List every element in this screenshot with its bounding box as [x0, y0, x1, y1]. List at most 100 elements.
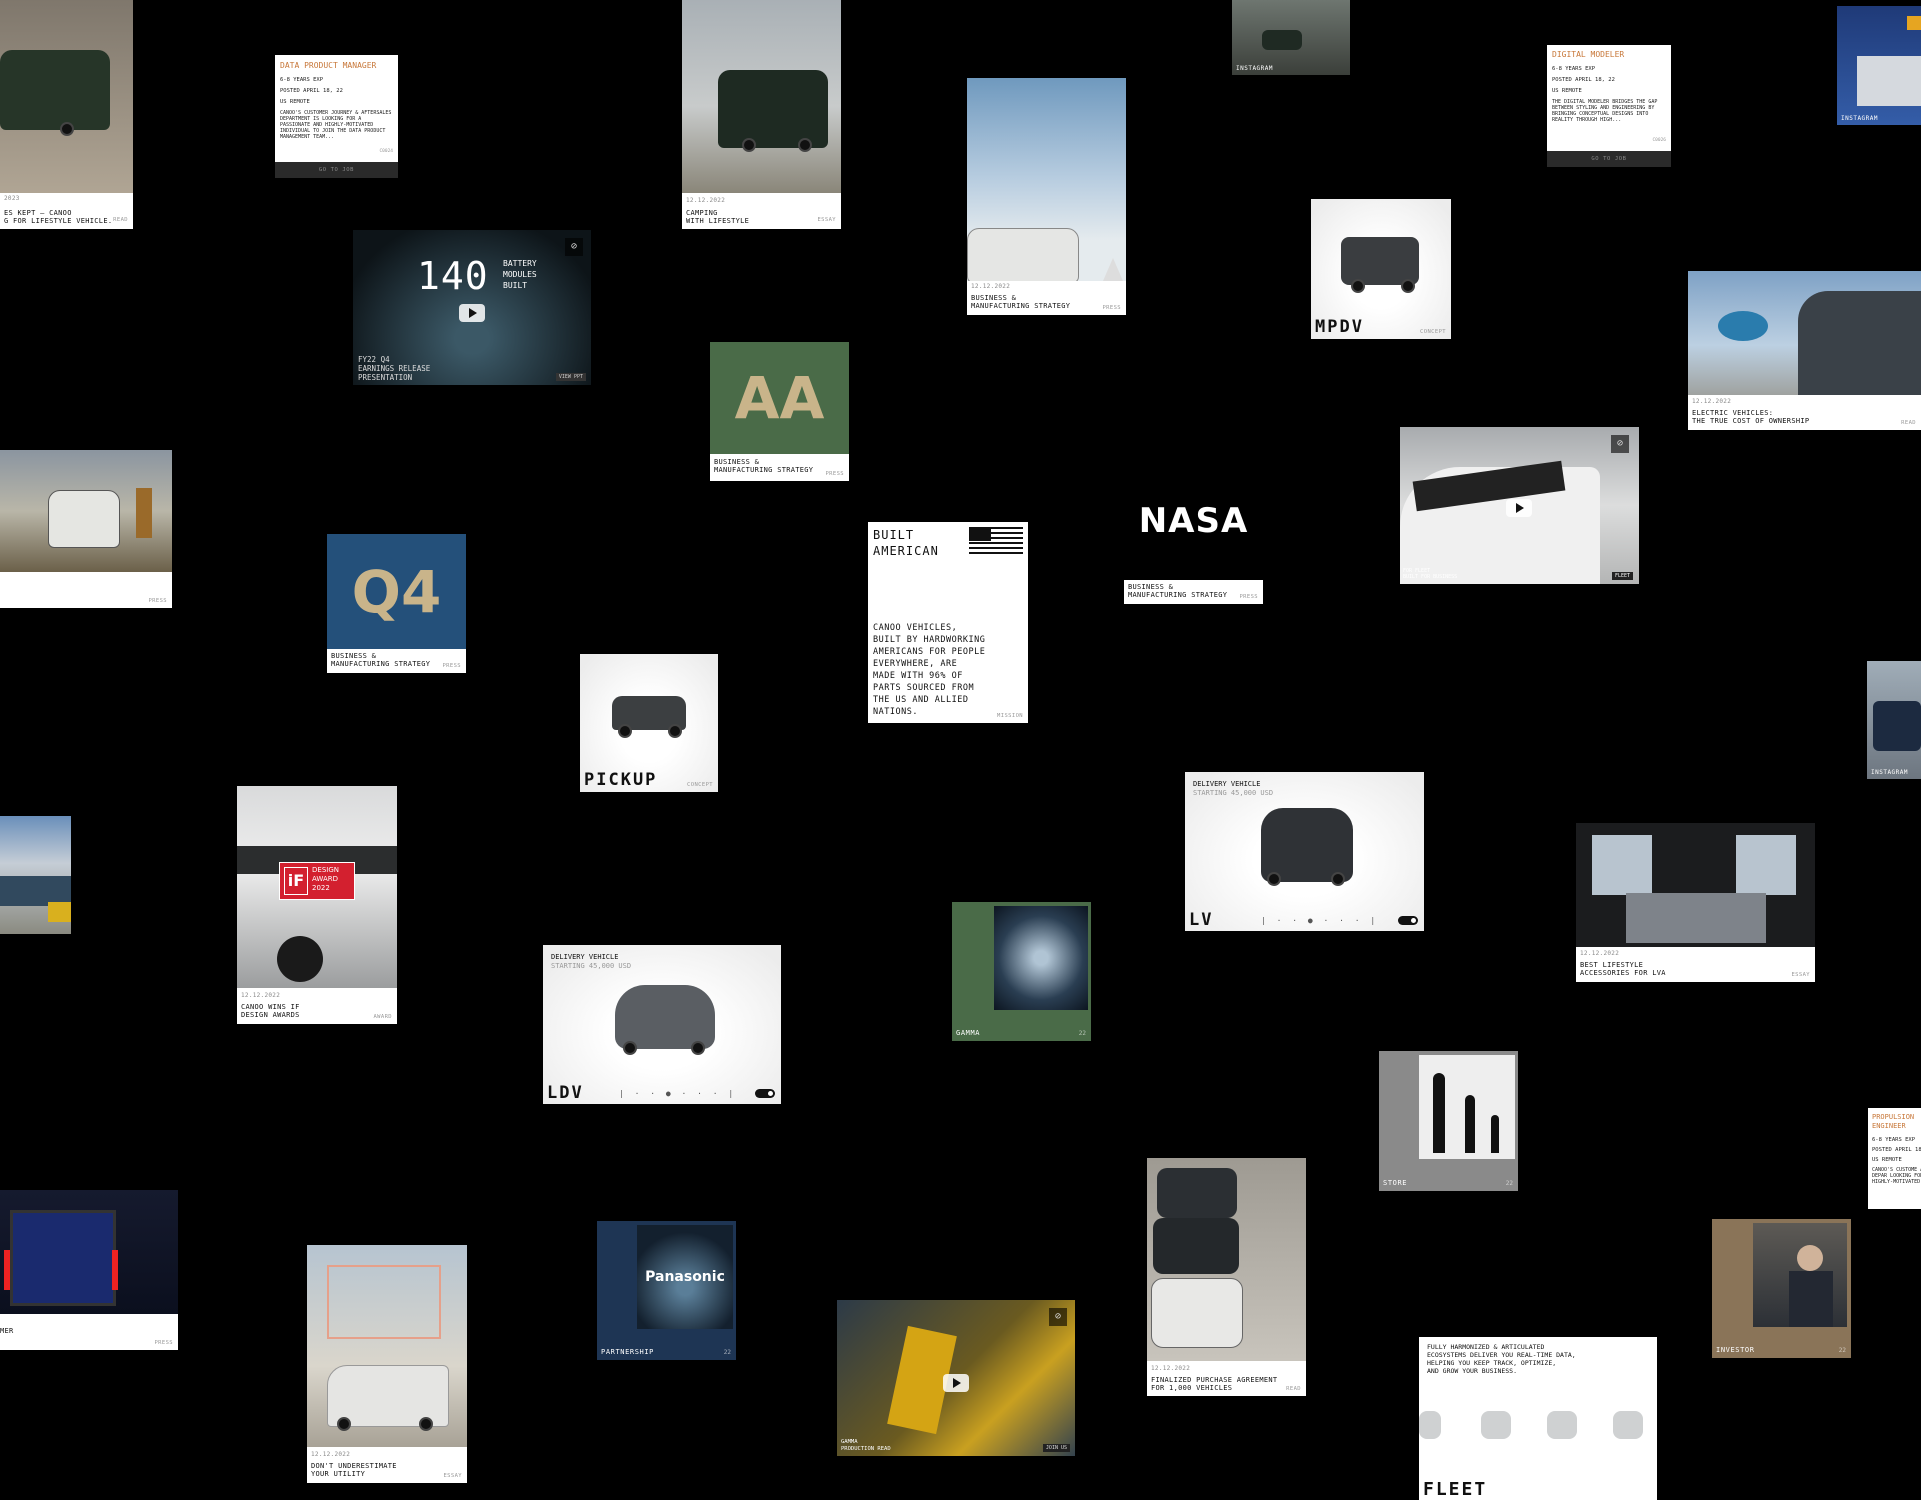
job-location: US REMOTE — [1552, 88, 1582, 94]
carousel-indicator[interactable]: | · · ● · · · | — [619, 1089, 736, 1098]
investor-photo — [1753, 1223, 1847, 1327]
category-card-partnership[interactable]: Panasonic PARTNERSHIP 22 — [597, 1221, 736, 1360]
job-experience: 6-8 YEARS EXP — [1872, 1137, 1916, 1143]
video-card-fleet[interactable]: ⊘ FOR FLEET BUILT FOR BUSINESS FLEET — [1400, 427, 1639, 584]
article-date: 12.12.2022 — [971, 283, 1011, 290]
job-description: CANOO'S CUSTOME AFTERSALES DEPAR LOOKING… — [1872, 1167, 1921, 1185]
job-card-digital-modeler[interactable]: DIGITAL MODELER 6-8 YEARS EXP POSTED APR… — [1547, 45, 1671, 167]
carousel-indicator[interactable]: | · · ● · · · | — [1261, 916, 1378, 925]
article-title: FINALIZED PURCHASE AGREEMENT FOR 1,000 V… — [1151, 1376, 1278, 1392]
article-date: 12.12.2022 — [241, 992, 281, 999]
article-tag: PRESS — [154, 1340, 173, 1346]
job-card-data-product-manager[interactable]: DATA PRODUCT MANAGER 6-8 YEARS EXP POSTE… — [275, 55, 398, 178]
article-title: CAMPING WITH LIFESTYLE — [686, 209, 750, 225]
job-posted-date: POSTED APRIL 18, 22 — [1552, 77, 1615, 83]
q4-graphic: Q4 — [327, 534, 466, 649]
category-label: GAMMA — [956, 1029, 981, 1037]
play-button[interactable] — [1506, 499, 1532, 517]
article-card-design-award[interactable]: iF DESIGN AWARD 2022 12.12.2022 CANOO WI… — [237, 786, 397, 1024]
category-count: 22 — [723, 1349, 731, 1356]
category-label: PARTNERSHIP — [601, 1348, 654, 1356]
battery-count: 140 — [417, 254, 489, 298]
mission-card-built-american[interactable]: BUILT AMERICAN CANOO VEHICLES, BUILT BY … — [868, 522, 1028, 723]
vehicle-photo — [0, 0, 133, 193]
nasa-logo: NASA — [1138, 501, 1249, 541]
category-name: FLEET — [1423, 1479, 1488, 1500]
vehicle-card-lv[interactable]: DELIVERY VEHICLE STARTING 45,000 USD LV … — [1185, 772, 1424, 931]
us-flag-icon — [969, 527, 1023, 554]
instagram-card[interactable]: INSTAGRAM — [1837, 6, 1921, 125]
vehicle-card-ldv[interactable]: DELIVERY VEHICLE STARTING 45,000 USD LDV… — [543, 945, 781, 1104]
vehicle-photo — [967, 78, 1126, 281]
article-title: MER — [0, 1327, 14, 1335]
article-tag: ESSAY — [1791, 972, 1810, 978]
play-button[interactable] — [943, 1374, 969, 1392]
mute-icon[interactable]: ⊘ — [1611, 435, 1629, 453]
join-us-button[interactable]: JOIN US — [1042, 1444, 1070, 1452]
badge-text: DESIGN AWARD 2022 — [312, 866, 339, 892]
video-caption: FOR FLEET BUILT FOR BUSINESS — [1403, 568, 1458, 580]
vehicle-price: STARTING 45,000 USD — [1193, 789, 1274, 797]
view-toggle[interactable] — [755, 1089, 775, 1098]
job-code: C0026 — [1652, 138, 1666, 143]
article-tag: READ — [113, 217, 128, 223]
article-card-purchase[interactable]: 12.12.2022 FINALIZED PURCHASE AGREEMENT … — [1147, 1158, 1306, 1396]
category-card-store[interactable]: STORE 22 — [1379, 1051, 1518, 1191]
if-logo-icon: iF — [284, 867, 308, 895]
mute-icon[interactable]: ⊘ — [1049, 1308, 1067, 1326]
article-card-accessories[interactable]: 12.12.2022 BEST LIFESTYLE ACCESSORIES FO… — [1576, 823, 1815, 982]
vehicle-name: LV — [1189, 910, 1214, 930]
vehicle-card-mpdv[interactable]: MPDV CONCEPT — [1311, 199, 1451, 339]
panasonic-logo: Panasonic — [645, 1269, 725, 1285]
article-card-aa[interactable]: AA BUSINESS & MANUFACTURING STRATEGY PRE… — [710, 342, 849, 481]
video-caption: GAMMA PRODUCTION READ — [841, 1439, 891, 1452]
panasonic-photo: Panasonic — [637, 1225, 733, 1329]
job-card-propulsion-engineer[interactable]: PROPULSION ENGINEER 6-8 YEARS EXP POSTED… — [1868, 1108, 1921, 1209]
view-ppt-button[interactable]: VIEW PPT — [555, 373, 586, 381]
article-tag: AWARD — [373, 1014, 392, 1020]
video-tag: FLEET — [1611, 572, 1633, 580]
category-card-fleet[interactable]: FULLY HARMONIZED & ARTICULATED ECOSYSTEM… — [1419, 1337, 1657, 1500]
article-title: CANOO WINS IF DESIGN AWARDS — [241, 1003, 300, 1019]
battery-label: BATTERY MODULES BUILT — [503, 259, 537, 290]
vehicle-tag: CONCEPT — [1420, 329, 1446, 335]
award-photo: iF DESIGN AWARD 2022 — [237, 786, 397, 988]
article-date: 12.12.2022 — [1151, 1365, 1191, 1372]
category-card-gamma[interactable]: GAMMA 22 — [952, 902, 1091, 1041]
vehicles-photo — [1147, 1158, 1306, 1361]
store-photo — [1419, 1055, 1515, 1159]
article-title: ELECTRIC VEHICLES: THE TRUE COST OF OWNE… — [1692, 409, 1810, 425]
instagram-card[interactable]: INSTAGRAM — [1232, 0, 1350, 75]
mute-icon[interactable]: ⊘ — [565, 238, 583, 256]
vehicle-tag: CONCEPT — [687, 782, 713, 788]
vehicle-name: MPDV — [1315, 317, 1364, 337]
job-experience: 6-8 YEARS EXP — [1552, 66, 1596, 72]
category-count: 22 — [1838, 1347, 1846, 1354]
go-to-job-button[interactable]: GO TO JOB — [275, 162, 398, 178]
article-tag: PRESS — [1239, 594, 1258, 600]
article-card-q4[interactable]: Q4 BUSINESS & MANUFACTURING STRATEGY PRE… — [327, 534, 466, 673]
vehicle-card-pickup[interactable]: PICKUP CONCEPT — [580, 654, 718, 792]
instagram-card[interactable]: INSTAGRAM — [1867, 661, 1921, 779]
article-card-utility[interactable]: 12.12.2022 DON'T UNDERESTIMATE YOUR UTIL… — [307, 1245, 467, 1483]
go-to-job-button[interactable]: GO TO JOB — [1547, 151, 1671, 167]
vehicle-photo — [307, 1245, 467, 1447]
video-card-gamma-production[interactable]: ⊘ GAMMA PRODUCTION READ JOIN US — [837, 1300, 1075, 1456]
article-card-nasa[interactable]: NASA BUSINESS & MANUFACTURING STRATEGY P… — [1124, 465, 1263, 604]
view-toggle[interactable] — [1398, 916, 1418, 925]
article-tag: PRESS — [442, 663, 461, 669]
article-tag: PRESS — [1102, 305, 1121, 311]
job-location: US REMOTE — [1872, 1157, 1902, 1163]
article-card-lifestyle[interactable]: 2023 ES KEPT — CANOO G FOR LIFESTYLE VEH… — [0, 0, 133, 229]
article-card-business-sky[interactable]: 12.12.2022 BUSINESS & MANUFACTURING STRA… — [967, 78, 1126, 315]
instagram-label: INSTAGRAM — [1236, 65, 1274, 72]
video-card-earnings[interactable]: 140 BATTERY MODULES BUILT ⊘ FY22 Q4 EARN… — [353, 230, 591, 385]
article-card-customer[interactable]: MER PRESS — [0, 1190, 178, 1350]
article-card-ev-cost[interactable]: 12.12.2022 ELECTRIC VEHICLES: THE TRUE C… — [1688, 271, 1921, 430]
article-card-beach[interactable]: PRESS — [0, 450, 172, 608]
photo-card-station[interactable] — [0, 816, 71, 934]
category-card-investor[interactable]: INVESTOR 22 — [1712, 1219, 1851, 1358]
category-count: 22 — [1078, 1030, 1086, 1037]
article-card-camping[interactable]: 12.12.2022 CAMPING WITH LIFESTYLE ESSAY — [682, 0, 841, 229]
play-button[interactable] — [459, 304, 485, 322]
